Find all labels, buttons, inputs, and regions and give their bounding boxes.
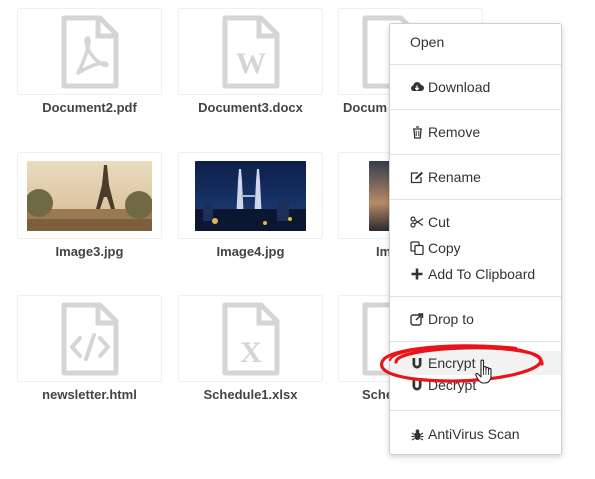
menu-item-antivirus-scan[interactable]: AntiVirus Scan [390,422,561,446]
menu-item-drop-to[interactable]: Drop to [390,307,561,331]
menu-item-label: Drop to [428,311,474,327]
file-thumbnail [17,8,162,95]
menu-item-download[interactable]: Download [390,75,561,99]
file-tile-schedule1-xlsx[interactable]: X Schedule1.xlsx [178,295,323,425]
file-name: Schedule1.xlsx [203,387,298,402]
plus-icon [410,267,424,281]
file-tile-document3-docx[interactable]: W Document3.docx [178,8,323,138]
file-thumbnail: W [178,8,323,95]
cloud-download-icon [410,80,424,94]
menu-item-label: Rename [428,169,481,185]
pdf-file-icon [61,15,118,88]
menu-item-label: AntiVirus Scan [428,426,520,442]
edit-icon [410,170,424,184]
menu-divider [390,64,561,65]
file-name: newsletter.html [42,387,137,402]
menu-item-label: Open [410,34,445,50]
magnet-icon [410,356,424,370]
menu-item-label: Download [428,79,491,95]
svg-text:W: W [236,47,266,80]
magnet-icon [410,378,424,392]
word-file-icon: W [222,15,279,88]
menu-item-label: Encrypt [428,355,476,371]
file-tile-image3-jpg[interactable]: Image3.jpg [17,152,162,282]
menu-item-cut[interactable]: Cut [390,210,561,234]
menu-item-encrypt[interactable]: Encrypt [390,351,561,375]
trash-icon [410,125,424,139]
image-preview-city-towers [195,160,306,231]
file-name: Image3.jpg [55,244,124,259]
menu-item-label: Decrypt [428,377,477,393]
code-file-icon [61,302,118,375]
excel-file-icon: X [222,302,279,375]
menu-item-label: Copy [428,240,461,256]
file-tile-document2-pdf[interactable]: Document2.pdf [17,8,162,138]
menu-divider [390,199,561,200]
file-thumbnail [17,152,162,239]
menu-item-label: Cut [428,214,450,230]
copy-icon [410,241,424,255]
file-thumbnail: X [178,295,323,382]
menu-item-decrypt[interactable]: Decrypt [390,376,561,394]
file-name: Document2.pdf [42,100,137,115]
svg-text:X: X [240,336,262,369]
file-tile-image4-jpg[interactable]: Image4.jpg [178,152,323,282]
file-thumbnail [17,295,162,382]
context-menu: Open Download Remove Rename Cut Copy Add… [389,23,562,455]
menu-item-add-to-clipboard[interactable]: Add To Clipboard [390,262,561,286]
menu-item-open[interactable]: Open [390,30,561,54]
menu-item-rename[interactable]: Rename [390,165,561,189]
image-preview-eiffel-tower [27,160,152,231]
menu-item-label: Add To Clipboard [428,266,536,282]
share-square-icon [410,312,424,326]
menu-item-remove[interactable]: Remove [390,120,561,144]
file-name: Image4.jpg [216,244,285,259]
menu-divider [390,109,561,110]
file-name: Document3.docx [198,100,303,115]
menu-divider [390,341,561,342]
menu-divider [390,154,561,155]
menu-item-copy[interactable]: Copy [390,236,561,260]
file-tile-newsletter-html[interactable]: newsletter.html [17,295,162,425]
bug-icon [410,427,424,441]
menu-item-label: Remove [428,124,481,140]
file-thumbnail [178,152,323,239]
scissors-icon [410,215,424,229]
menu-divider [390,296,561,297]
menu-divider [390,410,561,411]
